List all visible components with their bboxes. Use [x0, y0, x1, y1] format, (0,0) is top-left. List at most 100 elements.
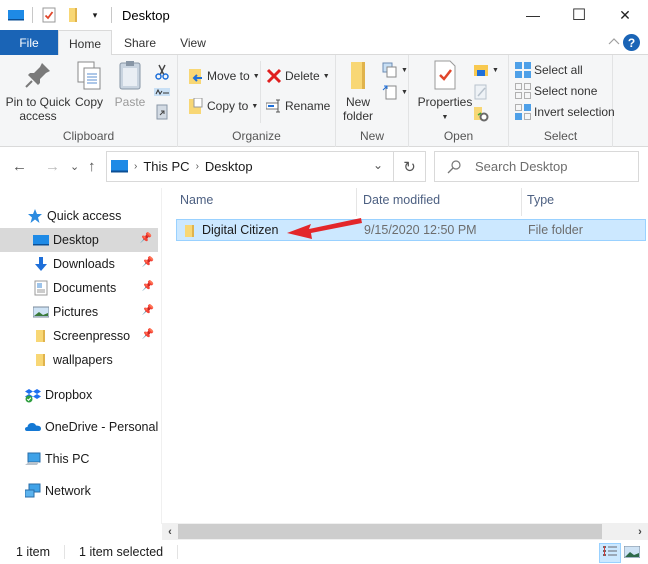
large-icons-view-icon [623, 545, 641, 561]
column-divider[interactable] [521, 188, 522, 216]
pin-to-quick-access-button[interactable]: Pin to Quick access [4, 59, 72, 123]
easy-access-dropdown-icon: ▼ [401, 88, 408, 96]
status-bar: 1 item 1 item selected [0, 540, 648, 564]
customize-dropdown-icon[interactable]: ▾ [87, 7, 103, 23]
tab-view[interactable]: View [168, 30, 218, 55]
scroll-right-button[interactable]: › [632, 523, 648, 540]
clipboard-group: Pin to Quick access Copy Paste Clipboard [0, 55, 178, 147]
select-all-button[interactable]: Select all [515, 59, 583, 81]
details-view-button[interactable] [599, 543, 621, 563]
pin-icon[interactable]: 📌 [142, 305, 154, 316]
column-header-date-modified[interactable]: Date modified [363, 193, 440, 207]
ribbon-tabs: File Home Share View ? [0, 30, 648, 56]
sidebar-item-dropbox[interactable]: Dropbox [0, 383, 160, 407]
cut-button[interactable] [154, 61, 173, 83]
star-icon [27, 208, 43, 224]
history-icon [473, 106, 489, 122]
copy-path-button[interactable] [154, 81, 173, 103]
select-none-button[interactable]: Select none [515, 80, 597, 102]
this-pc-icon[interactable] [8, 7, 24, 23]
move-to-button[interactable]: Move to ▼ [188, 65, 260, 87]
maximize-icon: ☐ [571, 7, 587, 24]
sidebar-item-wallpapers[interactable]: wallpapers [0, 348, 160, 372]
column-header-type[interactable]: Type [527, 193, 554, 207]
properties-icon[interactable] [41, 7, 57, 23]
pane-divider[interactable] [161, 188, 162, 524]
scroll-left-button[interactable]: ‹ [162, 523, 178, 540]
sidebar-item-screenpresso[interactable]: Screenpresso 📌 [0, 324, 160, 348]
sidebar-label: This PC [45, 452, 90, 466]
quick-access-toolbar: ▾ Desktop [0, 7, 170, 23]
new-item-button[interactable]: ▼ [382, 59, 408, 81]
open-dropdown-icon: ▼ [492, 66, 499, 74]
sidebar-item-pictures[interactable]: Pictures 📌 [0, 300, 160, 324]
properties-button[interactable]: Properties ▼ [417, 59, 473, 125]
breadcrumb-separator: › [134, 161, 138, 172]
back-button[interactable]: ← [12, 158, 27, 175]
address-bar[interactable]: › This PC › Desktop ⌄ [106, 151, 394, 182]
horizontal-scrollbar[interactable]: ‹ › [162, 523, 648, 540]
sidebar-item-desktop[interactable]: Desktop 📌 [0, 228, 158, 252]
move-to-label: Move to [207, 69, 250, 83]
recent-locations-button[interactable]: ⌄ [70, 160, 79, 173]
delete-button[interactable]: Delete ▼ [266, 65, 330, 87]
copy-to-button[interactable]: Copy to ▼ [188, 95, 258, 117]
sidebar-label: Downloads [53, 257, 115, 271]
delete-label: Delete [285, 69, 320, 83]
copy-label: Copy [74, 95, 103, 109]
new-folder-icon[interactable] [65, 7, 81, 23]
forward-button[interactable]: → [45, 158, 60, 175]
sidebar-item-onedrive[interactable]: OneDrive - Personal [0, 415, 160, 439]
select-group: Select all Select none Invert selection … [509, 55, 615, 147]
pin-icon[interactable]: 📌 [142, 329, 154, 340]
desktop-icon [33, 232, 49, 248]
new-folder-button[interactable]: New folder [338, 59, 378, 123]
selection-count: 1 item selected [79, 545, 164, 559]
organize-divider [260, 61, 261, 123]
sidebar-item-downloads[interactable]: Downloads 📌 [0, 252, 160, 276]
collapse-ribbon-icon[interactable] [608, 34, 620, 48]
onedrive-icon [25, 419, 41, 435]
open-button[interactable]: ▼ [473, 59, 499, 81]
copy-to-dropdown-icon: ▼ [251, 102, 259, 110]
new-item-icon [382, 62, 398, 78]
tab-file[interactable]: File [0, 30, 58, 55]
paste-button[interactable]: Paste [112, 59, 148, 109]
select-none-icon [515, 83, 531, 99]
sidebar-label: OneDrive - Personal [45, 420, 159, 434]
scrollbar-thumb[interactable] [178, 524, 602, 539]
breadcrumb-desktop[interactable]: Desktop [205, 159, 253, 174]
refresh-button[interactable]: ↻ [393, 151, 426, 182]
rename-button[interactable]: Rename [265, 95, 330, 117]
help-icon[interactable]: ? [623, 34, 640, 51]
sidebar-item-documents[interactable]: Documents 📌 [0, 276, 160, 300]
breadcrumb-this-pc[interactable]: This PC [143, 159, 189, 174]
up-button[interactable]: ↑ [88, 158, 96, 175]
sidebar-item-network[interactable]: Network [0, 479, 160, 503]
properties-icon [429, 59, 461, 91]
sidebar-item-quick-access[interactable]: Quick access [0, 204, 160, 228]
minimize-button[interactable]: — [510, 0, 556, 30]
pin-icon[interactable]: 📌 [142, 257, 154, 268]
tab-home[interactable]: Home [58, 30, 112, 56]
pin-icon[interactable]: 📌 [140, 233, 152, 244]
tab-share[interactable]: Share [114, 30, 166, 55]
copy-button[interactable]: Copy [72, 59, 106, 109]
refresh-icon: ↻ [403, 158, 416, 176]
easy-access-button[interactable]: ▼ [382, 81, 408, 103]
paste-shortcut-button[interactable] [154, 101, 173, 123]
sidebar-item-this-pc[interactable]: This PC [0, 447, 160, 471]
history-button[interactable] [473, 103, 492, 125]
select-none-label: Select none [534, 84, 598, 98]
sidebar-label: Documents [53, 281, 117, 295]
maximize-button[interactable]: ☐ [556, 0, 602, 30]
copy-icon [73, 59, 105, 91]
address-dropdown-icon[interactable]: ⌄ [373, 158, 383, 172]
large-icons-view-button[interactable] [621, 543, 643, 563]
edit-button[interactable] [473, 81, 492, 103]
pin-icon[interactable]: 📌 [142, 281, 154, 292]
close-button[interactable]: ✕ [602, 0, 648, 30]
search-input[interactable]: Search Desktop [434, 151, 639, 182]
column-header-name[interactable]: Name [180, 193, 213, 207]
invert-selection-button[interactable]: Invert selection [515, 101, 615, 123]
